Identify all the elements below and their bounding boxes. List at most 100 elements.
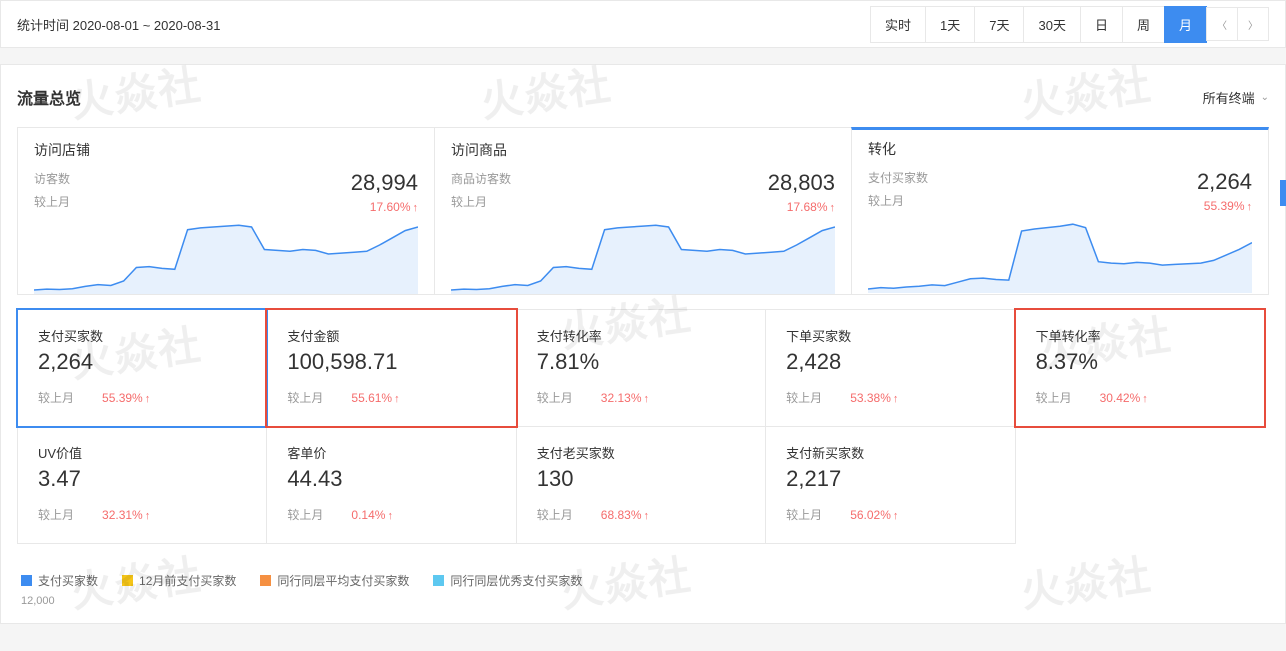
compare-label: 较上月 [1036,389,1072,406]
legend-item-3[interactable]: 同行同层优秀支付买家数 [433,572,582,589]
legend-item-0[interactable]: 支付买家数 [21,572,98,589]
summary-card-1[interactable]: 访问商品 商品访客数 较上月 28,803 17.68%↑ [434,127,852,295]
arrow-up-icon: ↑ [893,393,899,405]
metric-card-1[interactable]: 支付金额 100,598.71 较上月 55.61%↑ [266,309,516,427]
metric-change: 53.38%↑ [850,391,898,405]
section-header: 流量总览 所有终端 ⌄ [17,85,1269,109]
time-range-tabs: 实时 1天 7天 30天 日 周 月 〈 〉 [871,6,1269,43]
metric-card-7[interactable]: 支付老买家数 130 较上月 68.83%↑ [516,426,766,544]
metric-card-4[interactable]: 下单转化率 8.37% 较上月 30.42%↑ [1015,309,1265,427]
summary-card-2[interactable]: 转化 支付买家数 较上月 2,264 55.39%↑ [851,127,1269,295]
side-handle[interactable] [1280,180,1286,206]
tab-week[interactable]: 周 [1122,6,1165,43]
compare-label: 较上月 [287,506,323,523]
card-title: 访问店铺 [34,140,418,160]
metric-value: 28,803 [768,170,835,196]
metric-label: 客单价 [287,443,495,462]
arrow-up-icon: ↑ [387,510,393,522]
metric-label: UV价值 [38,443,246,462]
metric-change: 0.14%↑ [351,508,393,522]
metric-card-0[interactable]: 支付买家数 2,264 较上月 55.39%↑ [17,309,267,427]
sparkline-chart [34,222,418,294]
legend-item-2[interactable]: 同行同层平均支付买家数 [260,572,409,589]
chart-legend: 支付买家数 12月前支付买家数 同行同层平均支付买家数 同行同层优秀支付买家数 [17,572,1269,589]
metric-label: 支付新买家数 [786,443,994,462]
metric-sublabel: 支付买家数 [868,169,928,186]
legend-label: 同行同层平均支付买家数 [277,572,409,589]
arrow-up-icon: ↑ [145,393,151,405]
metric-card-3[interactable]: 下单买家数 2,428 较上月 53.38%↑ [765,309,1015,427]
summary-card-0[interactable]: 访问店铺 访客数 较上月 28,994 17.60%↑ [17,127,435,295]
metric-label: 支付转化率 [537,326,745,345]
next-button[interactable]: 〉 [1237,7,1269,41]
metric-change: 68.83%↑ [601,508,649,522]
metric-value: 2,264 [1197,169,1252,195]
sparkline-chart [451,222,835,294]
legend-swatch [260,575,271,586]
tab-realtime[interactable]: 实时 [870,6,926,43]
metric-value: 100,598.71 [287,349,495,375]
metric-sublabel: 商品访客数 [451,170,511,187]
tab-month[interactable]: 月 [1164,6,1207,43]
tab-7d[interactable]: 7天 [974,6,1024,43]
arrow-up-icon: ↑ [1247,201,1253,213]
y-axis-max: 12,000 [17,595,1269,607]
metric-change: 30.42%↑ [1100,391,1148,405]
date-range-label: 统计时间 2020-08-01 ~ 2020-08-31 [17,15,220,34]
overview-panel: 流量总览 所有终端 ⌄ 访问店铺 访客数 较上月 28,994 17.60%↑ … [0,64,1286,624]
compare-label: 较上月 [537,506,573,523]
metric-card-empty [1015,426,1265,544]
compare-label: 较上月 [786,506,822,523]
card-title: 转化 [868,139,1252,159]
legend-label: 同行同层优秀支付买家数 [450,572,582,589]
compare-label: 较上月 [287,389,323,406]
prev-button[interactable]: 〈 [1206,7,1238,41]
metric-value: 2,428 [786,349,994,375]
metric-change: 32.13%↑ [601,391,649,405]
tab-30d[interactable]: 30天 [1023,6,1080,43]
metric-card-8[interactable]: 支付新买家数 2,217 较上月 56.02%↑ [765,426,1015,544]
compare-label: 较上月 [38,506,74,523]
arrow-up-icon: ↑ [644,393,650,405]
metric-label: 支付买家数 [38,326,246,345]
compare-label: 较上月 [38,389,74,406]
metric-label: 下单转化率 [1036,326,1244,345]
chevron-down-icon: ⌄ [1261,92,1269,103]
legend-label: 12月前支付买家数 [139,572,236,589]
metric-change: 17.60%↑ [351,200,418,214]
metric-change: 55.61%↑ [351,391,399,405]
metric-label: 下单买家数 [786,326,994,345]
metric-value: 2,217 [786,466,994,492]
metric-card-2[interactable]: 支付转化率 7.81% 较上月 32.13%↑ [516,309,766,427]
legend-swatch [122,575,133,586]
tab-1d[interactable]: 1天 [925,6,975,43]
legend-swatch [433,575,444,586]
metric-value: 44.43 [287,466,495,492]
arrow-up-icon: ↑ [644,510,650,522]
section-title: 流量总览 [17,85,81,109]
arrow-up-icon: ↑ [394,393,400,405]
metric-value: 8.37% [1036,349,1244,375]
metric-change: 55.39%↑ [1197,199,1252,213]
arrow-up-icon: ↑ [1142,393,1148,405]
metric-value: 7.81% [537,349,745,375]
arrow-up-icon: ↑ [413,202,419,214]
summary-cards-row: 访问店铺 访客数 较上月 28,994 17.60%↑ 访问商品 商品访客数 较… [17,127,1269,295]
terminal-dropdown[interactable]: 所有终端 ⌄ [1203,88,1269,107]
tab-day[interactable]: 日 [1080,6,1123,43]
metric-card-6[interactable]: 客单价 44.43 较上月 0.14%↑ [266,426,516,544]
chevron-left-icon: 〈 [1217,17,1227,32]
metric-change: 56.02%↑ [850,508,898,522]
arrow-up-icon: ↑ [830,202,836,214]
compare-label: 较上月 [34,193,70,210]
metric-sublabel: 访客数 [34,170,70,187]
metric-change: 55.39%↑ [102,391,150,405]
compare-label: 较上月 [537,389,573,406]
compare-label: 较上月 [786,389,822,406]
metric-value: 2,264 [38,349,246,375]
metric-grid: 支付买家数 2,264 较上月 55.39%↑ 支付金额 100,598.71 … [17,310,1269,544]
chevron-right-icon: 〉 [1248,17,1258,32]
sparkline-chart [868,221,1252,293]
legend-item-1[interactable]: 12月前支付买家数 [122,572,236,589]
metric-card-5[interactable]: UV价值 3.47 较上月 32.31%↑ [17,426,267,544]
